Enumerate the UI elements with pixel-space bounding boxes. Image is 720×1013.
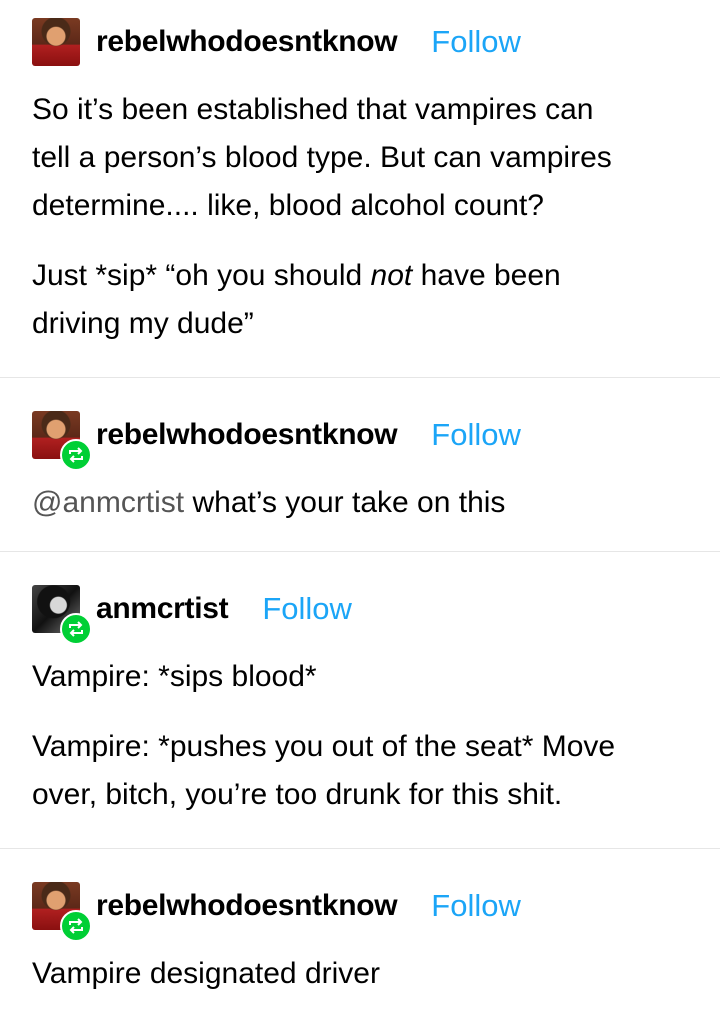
body-text: what’s your take on this [184,486,506,519]
post-body: So it’s been established that vampires c… [32,86,688,230]
post-header: rebelwhodoesntknow Follow [32,882,688,942]
body-line: Vampire: *sips blood* [32,660,317,693]
post-body: Vampire: *pushes you out of the seat* Mo… [32,723,688,819]
post-body: Vampire designated driver [32,950,688,998]
username[interactable]: rebelwhodoesntknow [96,418,398,452]
post-original: rebelwhodoesntknow Follow So it’s been e… [0,0,720,377]
body-line: Vampire designated driver [32,957,380,990]
follow-button[interactable]: Follow [431,24,521,60]
body-line: determine.... like, blood alcohol count? [32,189,544,222]
body-text: Just *sip* “oh you should [32,259,371,292]
emphasis-text: not [370,259,413,292]
avatar[interactable] [32,411,92,471]
body-line: over, bitch, you’re too drunk for this s… [32,778,563,811]
follow-button[interactable]: Follow [262,591,352,627]
body-text: have been [412,259,561,292]
post-body: Vampire: *sips blood* [32,653,688,701]
body-line: So it’s been established that vampires c… [32,93,594,126]
reblog-icon [60,613,92,645]
body-line: driving my dude” [32,307,254,340]
username[interactable]: anmcrtist [96,592,229,626]
username[interactable]: rebelwhodoesntknow [96,25,398,59]
mention-link[interactable]: @anmcrtist [32,486,184,519]
reblog-icon [60,910,92,942]
reblog-entry: anmcrtist Follow Vampire: *sips blood* V… [0,552,720,848]
follow-button[interactable]: Follow [431,888,521,924]
avatar[interactable] [32,18,80,66]
reblog-entry: rebelwhodoesntknow Follow @anmcrtist wha… [0,378,720,551]
post-header: rebelwhodoesntknow Follow [32,411,688,471]
reblog-icon [60,439,92,471]
post-header: anmcrtist Follow [32,585,688,645]
body-line: tell a person’s blood type. But can vamp… [32,141,612,174]
avatar[interactable] [32,585,92,645]
body-line: Vampire: *pushes you out of the seat* Mo… [32,730,616,763]
follow-button[interactable]: Follow [431,417,521,453]
post-header: rebelwhodoesntknow Follow [32,18,688,66]
post-body: Just *sip* “oh you should not have been … [32,252,688,348]
post-body: @anmcrtist what’s your take on this [32,479,688,527]
reblog-entry: rebelwhodoesntknow Follow Vampire design… [0,849,720,1012]
avatar[interactable] [32,882,92,942]
username[interactable]: rebelwhodoesntknow [96,889,398,923]
